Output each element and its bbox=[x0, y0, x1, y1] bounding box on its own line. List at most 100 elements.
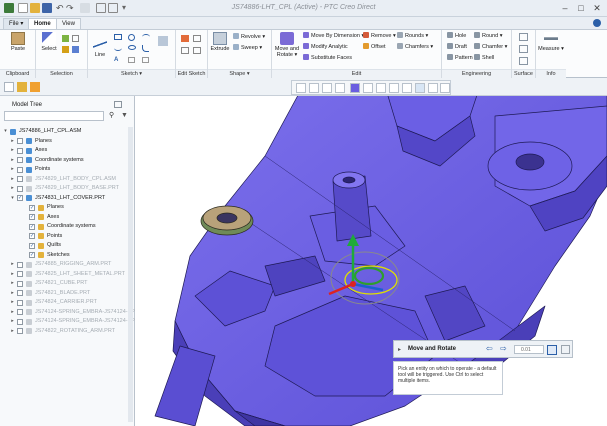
panel-menu-icon[interactable] bbox=[561, 345, 570, 354]
binoculars-icon[interactable]: ⚲ bbox=[109, 112, 117, 120]
visibility-checkbox[interactable] bbox=[17, 328, 23, 334]
visibility-checkbox[interactable] bbox=[17, 290, 23, 296]
tree-row[interactable]: ▸ JS74829_LHT_BODY_CPL.ASM bbox=[0, 175, 128, 184]
tree-settings-icon[interactable] bbox=[114, 101, 122, 108]
trim-icon[interactable] bbox=[181, 35, 189, 42]
visibility-checkbox[interactable] bbox=[17, 280, 23, 287]
expand-icon[interactable]: ▸ bbox=[10, 186, 15, 191]
expand-icon[interactable]: ▸ bbox=[10, 138, 15, 144]
value-field[interactable]: 0.01 bbox=[514, 345, 544, 354]
extrude-button[interactable]: Extrude bbox=[210, 30, 230, 52]
spin-lock-icon[interactable] bbox=[547, 345, 557, 355]
visibility-checkbox[interactable] bbox=[17, 309, 23, 315]
refit-icon[interactable] bbox=[296, 83, 306, 93]
tree-row[interactable]: ▸ JS74822_ROTATING_ARM.PRT bbox=[0, 327, 128, 336]
saved-orientations-icon[interactable] bbox=[363, 83, 373, 93]
tree-row[interactable]: ▸ Coordinate systems bbox=[0, 156, 128, 165]
datum-display-icon[interactable] bbox=[402, 83, 412, 93]
tree-row[interactable]: ▸ JS74124-SPRING_EMBRA-JS74124-SPRI bbox=[0, 308, 140, 317]
expand-icon[interactable]: ▾ bbox=[3, 129, 8, 134]
tan-bushing[interactable] bbox=[200, 205, 254, 236]
divide-icon[interactable] bbox=[193, 35, 201, 42]
spin-center-icon[interactable] bbox=[415, 83, 425, 93]
expand-icon[interactable]: ▸ bbox=[10, 290, 15, 296]
select-filter-icon[interactable] bbox=[62, 35, 69, 42]
move-by-dimension-button[interactable]: Move By Dimension ▾ bbox=[303, 32, 364, 40]
tree-row[interactable]: ▾ JS74886_LHT_CPL.ASM bbox=[0, 127, 128, 136]
favorites-tab-icon[interactable] bbox=[30, 82, 40, 92]
mirror-icon[interactable] bbox=[181, 47, 189, 54]
measure-button[interactable]: Measure ▾ bbox=[537, 30, 565, 52]
tree-scrollbar[interactable] bbox=[128, 127, 133, 422]
visibility-checkbox[interactable]: ✓ bbox=[29, 204, 35, 211]
filter-icon[interactable]: ▼ bbox=[121, 112, 129, 120]
panel-collapse-icon[interactable]: ▸ bbox=[398, 346, 401, 353]
tree-row[interactable]: ✓ Sketches bbox=[0, 251, 128, 260]
model-tree-tab-icon[interactable] bbox=[4, 82, 14, 92]
model-view[interactable] bbox=[135, 96, 607, 426]
tree-row[interactable]: ▸ Points bbox=[0, 165, 128, 174]
tree-row[interactable]: ✓ Coordinate systems bbox=[0, 222, 128, 231]
arc-icon[interactable] bbox=[142, 34, 150, 40]
chamfer-button[interactable]: Chamfer ▾ bbox=[474, 43, 507, 51]
modify-analytic-button[interactable]: Modify Analytic bbox=[303, 43, 348, 51]
minimize-icon[interactable]: – bbox=[558, 2, 572, 14]
visibility-checkbox[interactable] bbox=[17, 299, 23, 306]
tab-file[interactable]: File ▾ bbox=[3, 18, 30, 29]
zoom-out-icon[interactable] bbox=[322, 83, 332, 93]
text-icon[interactable]: A bbox=[114, 57, 121, 63]
close-icon[interactable]: ✕ bbox=[590, 2, 604, 14]
perspective-icon[interactable] bbox=[389, 83, 399, 93]
expand-icon[interactable]: ▸ bbox=[10, 262, 15, 267]
select-chain-icon[interactable] bbox=[62, 46, 69, 53]
tree-row[interactable]: ▸ JS74124-SPRING_EMBRA-JS74124-SPRI bbox=[0, 317, 140, 326]
hole-button[interactable]: Hole bbox=[447, 32, 466, 40]
paste-button[interactable]: Paste bbox=[4, 30, 32, 52]
zoom-in-icon[interactable] bbox=[309, 83, 319, 93]
visibility-checkbox[interactable] bbox=[17, 176, 23, 182]
draft-button[interactable]: Draft bbox=[447, 43, 467, 51]
chamfers-button[interactable]: Chamfers ▾ bbox=[397, 43, 433, 51]
sweep-button[interactable]: Sweep ▾ bbox=[233, 44, 262, 52]
expand-icon[interactable]: ▸ bbox=[10, 176, 15, 182]
collapse-icon[interactable]: ▾ bbox=[10, 195, 15, 201]
tree-row[interactable]: ✓ Points bbox=[0, 232, 128, 241]
visibility-checkbox[interactable] bbox=[17, 157, 23, 163]
expand-icon[interactable]: ▸ bbox=[10, 328, 15, 334]
visibility-checkbox[interactable] bbox=[17, 271, 23, 277]
select-intent-icon[interactable] bbox=[72, 46, 79, 53]
visibility-checkbox[interactable]: ✓ bbox=[29, 242, 35, 249]
surface-solidify-icon[interactable] bbox=[519, 57, 528, 65]
tree-row[interactable]: ✓ Quilts bbox=[0, 241, 128, 250]
expand-icon[interactable]: ▸ bbox=[10, 271, 15, 277]
move-rotate-button[interactable]: Move and Rotate ▾ bbox=[272, 30, 302, 58]
rectangle-icon[interactable] bbox=[114, 34, 122, 40]
offset-button[interactable]: Offset bbox=[363, 43, 386, 51]
expand-icon[interactable]: ▸ bbox=[10, 148, 15, 153]
select-button[interactable]: Select bbox=[38, 30, 60, 52]
visibility-checkbox[interactable] bbox=[17, 261, 23, 268]
select-box-icon[interactable] bbox=[72, 35, 79, 42]
undo-view-icon[interactable] bbox=[440, 83, 450, 93]
surface-fill-icon[interactable] bbox=[519, 33, 528, 41]
tree-row[interactable]: ▾ ✓ JS74831_LHT_COVER.PRT bbox=[0, 194, 128, 203]
visibility-checkbox[interactable]: ✓ bbox=[29, 233, 35, 239]
expand-icon[interactable]: ▸ bbox=[10, 167, 15, 172]
round-button[interactable]: Round ▾ bbox=[474, 32, 503, 40]
expand-icon[interactable]: ▸ bbox=[10, 309, 15, 315]
cover-part[interactable] bbox=[154, 96, 607, 426]
visibility-checkbox[interactable]: ✓ bbox=[29, 252, 35, 258]
visibility-checkbox[interactable] bbox=[17, 138, 23, 144]
ellipse-icon[interactable] bbox=[128, 45, 136, 50]
expand-icon[interactable]: ▸ bbox=[10, 319, 15, 324]
rounds-button[interactable]: Rounds ▾ bbox=[397, 32, 428, 40]
tree-row[interactable]: ▸ JS74825_LHT_SHEET_METAL.PRT bbox=[0, 270, 128, 279]
visibility-checkbox[interactable] bbox=[17, 185, 23, 192]
tree-row[interactable]: ✓ Planes bbox=[0, 203, 128, 212]
annotation-display-icon[interactable] bbox=[428, 83, 438, 93]
tree-row[interactable]: ▸ Planes bbox=[0, 137, 128, 146]
graphics-window[interactable] bbox=[135, 96, 607, 426]
view-manager-icon[interactable] bbox=[376, 83, 386, 93]
shell-button[interactable]: Shell bbox=[474, 54, 494, 62]
tab-view[interactable]: View bbox=[56, 18, 81, 29]
